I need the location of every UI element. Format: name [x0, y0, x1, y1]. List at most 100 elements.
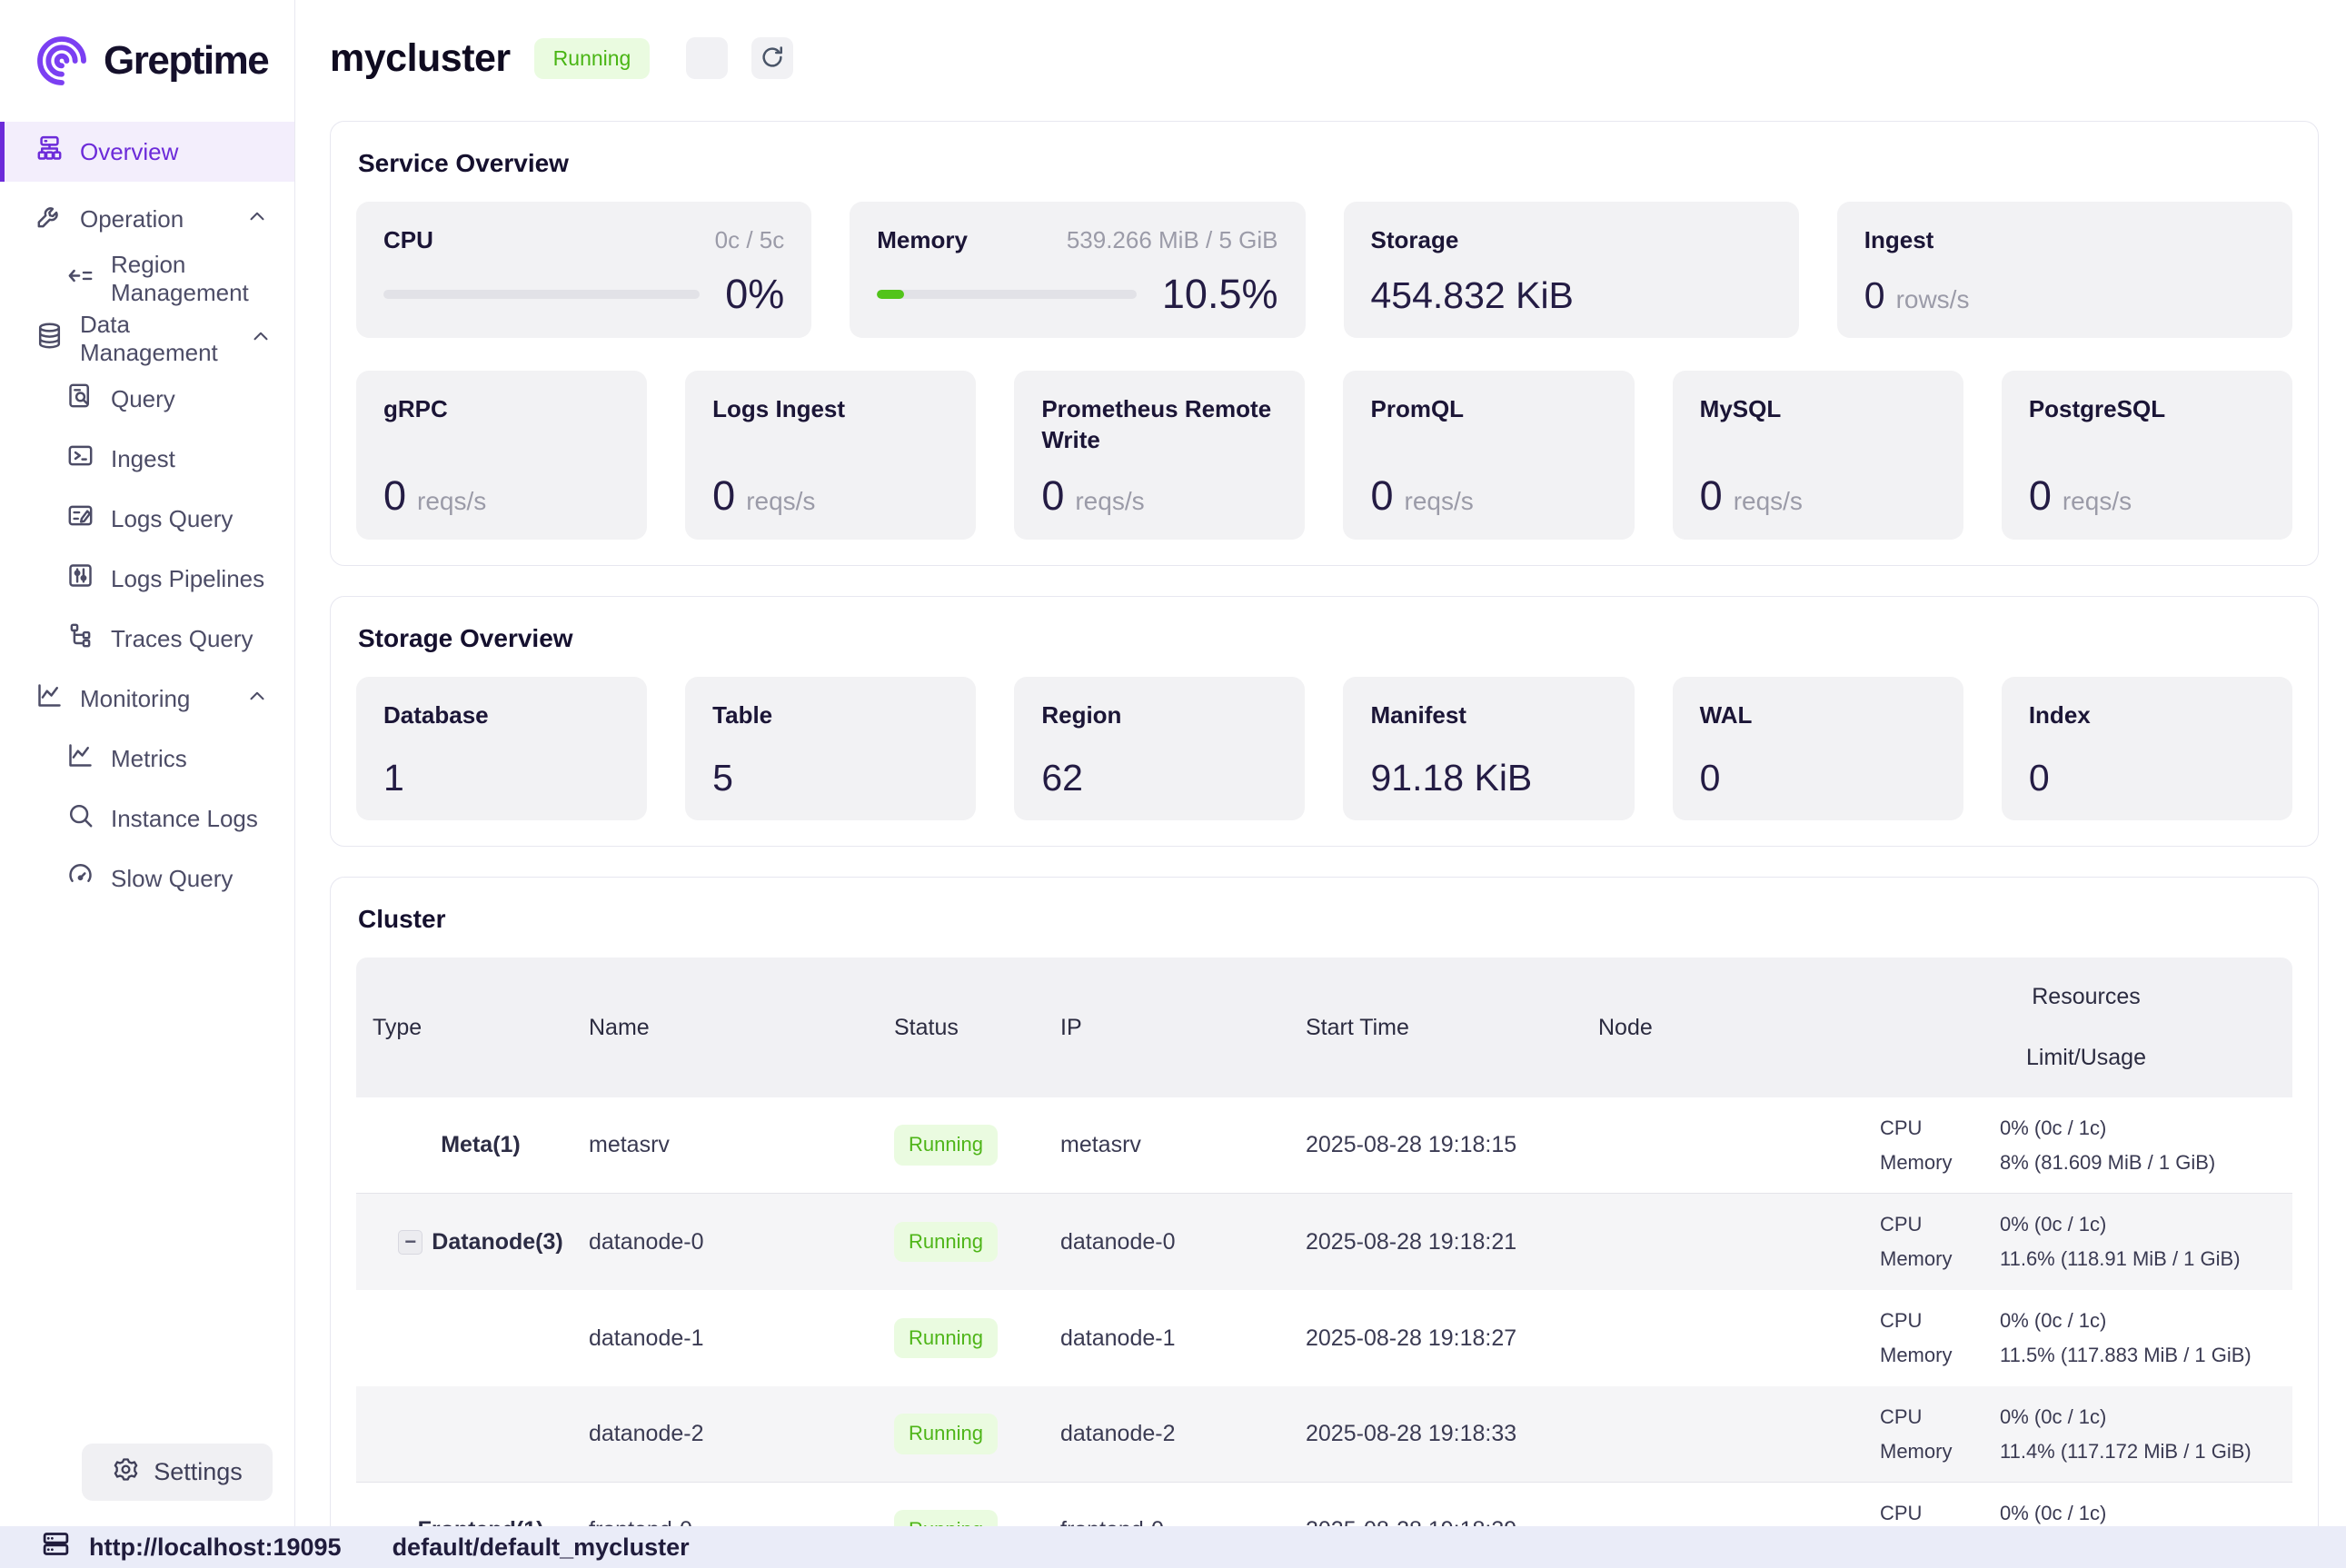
cluster-status-badge: Running [534, 38, 651, 79]
sidebar-group-data-management[interactable]: Data Management [0, 309, 294, 369]
section-title: Storage Overview [358, 624, 2292, 653]
col-resources-label: Resources [1880, 984, 2292, 1010]
sidebar-group-operation[interactable]: Operation [0, 189, 294, 249]
sidebar-item-logs-query[interactable]: Logs Query [0, 489, 294, 549]
table-row-frontend-0: Frontend(1) frontend-0 Running frontend-… [356, 1483, 2292, 1526]
cpu-detail: 0c / 5c [715, 226, 785, 254]
storage-stat-value: 0 [1700, 759, 1936, 797]
row-ip: datanode-1 [1060, 1325, 1306, 1352]
sliders-icon [65, 561, 95, 597]
storage-value: 454.832 KiB [1371, 277, 1574, 314]
row-ip: datanode-2 [1060, 1421, 1306, 1447]
page-header: mycluster Running [330, 25, 2319, 91]
row-ip: frontend-0 [1060, 1517, 1306, 1526]
sidebar-item-metrics[interactable]: Metrics [0, 729, 294, 789]
row-memory-usage: 11.5% (117.883 MiB / 1 GiB) [2000, 1344, 2292, 1367]
gear-icon [112, 1455, 140, 1490]
header-action-button[interactable] [686, 37, 728, 79]
col-ip: IP [1060, 1015, 1306, 1041]
row-start-time: 2025-08-28 19:18:39 [1306, 1517, 1598, 1526]
status-badge: Running [894, 1318, 998, 1358]
row-resources: CPU 0% (0c / 1c) Memory 11.4% (117.172 M… [1880, 1405, 2292, 1464]
section-title: Cluster [358, 905, 2292, 934]
search-icon [65, 800, 95, 837]
protocol-label: gRPC [383, 394, 620, 425]
storage-stat-value: 5 [712, 759, 949, 797]
sidebar-item-query[interactable]: Query [0, 369, 294, 429]
protocol-card-postgresql: PostgreSQL 0 reqs/s [2002, 371, 2292, 540]
row-cpu-usage: 0% (0c / 1c) [2000, 1405, 2292, 1429]
sidebar-item-label: Ingest [111, 445, 175, 473]
table-row-metasrv: Meta(1) metasrv Running metasrv 2025-08-… [356, 1097, 2292, 1194]
storage-stat-grid: Database 1 Table 5 Region 62 Manifest 91… [356, 677, 2292, 820]
database-icon [35, 321, 65, 357]
sidebar-item-label: Slow Query [111, 865, 233, 893]
settings-button[interactable]: Settings [82, 1444, 273, 1501]
refresh-button[interactable] [751, 37, 793, 79]
cpu-card: CPU 0c / 5c 0% [356, 202, 811, 338]
sidebar-item-traces-query[interactable]: Traces Query [0, 609, 294, 669]
sidebar-group-label: Data Management [80, 311, 218, 367]
collapse-toggle[interactable]: − [398, 1230, 422, 1255]
protocol-label: PostgreSQL [2029, 394, 2265, 425]
storage-card-wal: WAL 0 [1673, 677, 1963, 820]
storage-card-database: Database 1 [356, 677, 647, 820]
chevron-up-icon[interactable] [245, 684, 269, 714]
page-title: mycluster [330, 36, 511, 81]
sidebar-group-monitoring[interactable]: Monitoring [0, 669, 294, 729]
memory-detail: 539.266 MiB / 5 GiB [1067, 226, 1278, 254]
row-type: Meta(1) [441, 1132, 521, 1158]
col-name: Name [589, 1015, 894, 1041]
row-cpu-usage: 0% (0c / 1c) [2000, 1309, 2292, 1333]
protocol-label: Logs Ingest [712, 394, 949, 425]
memory-card: Memory 539.266 MiB / 5 GiB 10.5% [850, 202, 1305, 338]
sidebar-item-label: Logs Pipelines [111, 565, 264, 593]
memory-label: Memory [877, 225, 968, 256]
status-bar: http://localhost:19095 default/default_m… [0, 1526, 2346, 1568]
row-ip: datanode-0 [1060, 1229, 1306, 1255]
protocol-card-prometheus-remote-write: Prometheus Remote Write 0 reqs/s [1014, 371, 1305, 540]
row-memory-usage: 8% (81.609 MiB / 1 GiB) [2000, 1151, 2292, 1175]
protocol-value: 0 [1041, 475, 1064, 516]
brand-logo[interactable]: Greptime [0, 0, 294, 102]
protocol-value: 0 [2029, 475, 2052, 516]
storage-stat-value: 91.18 KiB [1370, 759, 1606, 797]
protocol-grid: gRPC 0 reqs/s Logs Ingest 0 reqs/s [356, 371, 2292, 540]
sidebar-nav: Overview Operation [0, 122, 294, 1526]
cpu-progress-bar [383, 290, 700, 299]
row-type: Frontend(1) [418, 1517, 544, 1526]
settings-label: Settings [154, 1458, 243, 1486]
cluster-table: Type Name Status IP Start Time Node Reso… [356, 958, 2292, 1526]
row-resources: CPU 0% (0c / 1c) Memory 11.5% (117.883 M… [1880, 1309, 2292, 1367]
sidebar-item-ingest[interactable]: Ingest [0, 429, 294, 489]
main-content: mycluster Running Service Overview [295, 0, 2346, 1526]
row-start-time: 2025-08-28 19:18:21 [1306, 1229, 1598, 1255]
col-start-time: Start Time [1306, 1015, 1598, 1041]
sidebar-item-slow-query[interactable]: Slow Query [0, 849, 294, 908]
row-name: metasrv [589, 1132, 894, 1158]
protocol-value: 0 [383, 475, 406, 516]
table-row-datanode-1: datanode-1 Running datanode-1 2025-08-28… [356, 1290, 2292, 1386]
wrench-icon [35, 201, 65, 237]
storage-stat-value: 62 [1041, 759, 1277, 797]
line-chart-icon [35, 680, 65, 717]
sidebar-item-instance-logs[interactable]: Instance Logs [0, 789, 294, 849]
protocol-unit: reqs/s [417, 487, 486, 516]
sidebar-group-label: Operation [80, 205, 184, 233]
row-name: datanode-0 [589, 1229, 894, 1255]
protocol-label: PromQL [1370, 394, 1606, 425]
app-root: Greptime Overview [0, 0, 2346, 1568]
col-type: Type [356, 1015, 589, 1041]
sidebar-item-region-management[interactable]: Region Management [0, 249, 294, 309]
chevron-up-icon[interactable] [249, 324, 273, 354]
chevron-up-icon[interactable] [245, 204, 269, 234]
folder-ingest-icon [65, 441, 95, 477]
storage-card-index: Index 0 [2002, 677, 2292, 820]
sidebar-item-overview[interactable]: Overview [0, 122, 294, 182]
sidebar-item-logs-pipelines[interactable]: Logs Pipelines [0, 549, 294, 609]
sidebar-item-label: Query [111, 385, 175, 413]
status-badge: Running [894, 1414, 998, 1454]
memory-progress-bar [877, 290, 1137, 299]
col-status: Status [894, 1015, 1060, 1041]
protocol-label: MySQL [1700, 394, 1936, 425]
